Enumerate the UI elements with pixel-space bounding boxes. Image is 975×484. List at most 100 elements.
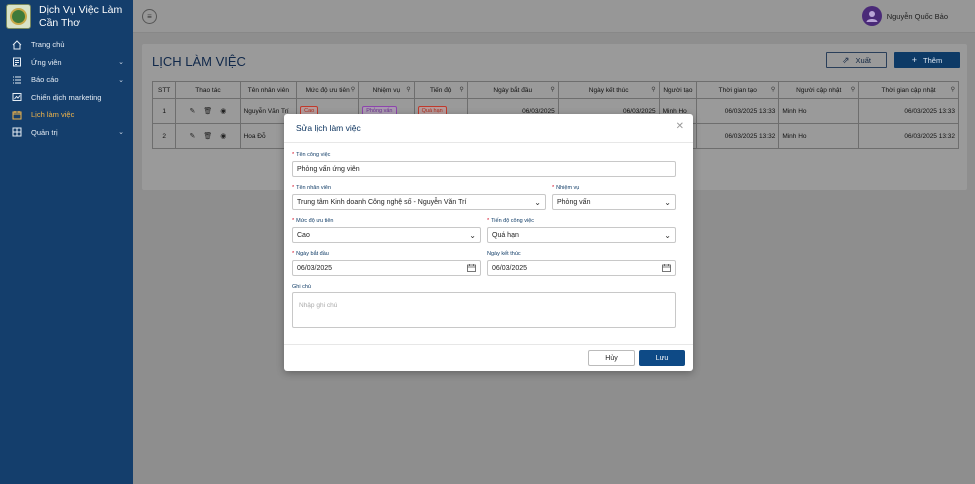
col-updater[interactable]: Người cập nhật ⚲ [778, 81, 860, 99]
task-label: * Nhiệm vụ [552, 185, 580, 191]
col-priority[interactable]: Mức độ ưu tiên ⚲ [296, 81, 360, 99]
export-button[interactable]: ⇗ Xuất [826, 52, 887, 68]
search-icon[interactable]: ⚲ [851, 86, 855, 93]
edit-schedule-modal: Sửa lịch làm việc ✕ * Tên công việc Phỏng… [284, 114, 693, 371]
campaign-icon [11, 92, 23, 102]
col-creator[interactable]: Người tạo [658, 81, 698, 99]
sidebar-item-label: Báo cáo [31, 75, 59, 85]
search-icon[interactable]: ⚲ [351, 86, 355, 93]
col-actions: Thao tác [175, 81, 241, 99]
col-created-time[interactable]: Thời gian tạo ⚲ [696, 81, 780, 99]
progress-value: Quá hạn [492, 231, 519, 239]
delete-icon[interactable]: 🗑 [203, 132, 212, 140]
notes-label: Ghi chú [292, 284, 311, 290]
progress-label: * Tiến độ công việc [487, 218, 535, 224]
menu-toggle-button[interactable]: ≡ [142, 9, 157, 24]
row-updated-time: 06/03/2025 13:33 [858, 98, 959, 124]
home-icon [11, 40, 23, 50]
job-name-label: * Tên công việc [292, 152, 331, 158]
brand-name: Dịch Vụ Việc Làm Cần Thơ [39, 4, 122, 30]
user-icon [866, 11, 878, 22]
search-icon[interactable]: ⚲ [771, 86, 775, 93]
sidebar: Dịch Vụ Việc Làm Cần Thơ Trang chủ Ứng v… [0, 0, 133, 484]
row-updated-time: 06/03/2025 13:32 [858, 123, 959, 149]
admin-icon [11, 127, 23, 137]
page-title: LỊCH LÀM VIỆC [152, 54, 246, 69]
candidates-icon [11, 57, 23, 67]
save-button[interactable]: Lưu [639, 350, 685, 366]
edit-icon[interactable]: ✎ [189, 132, 195, 140]
export-icon: ⇗ [842, 54, 850, 65]
row-updater: Minh Ho [778, 123, 860, 149]
logo [6, 4, 31, 29]
col-employee[interactable]: Tên nhân viên [239, 81, 298, 99]
task-select[interactable]: Phỏng vấn ⌄ [552, 194, 676, 210]
calendar-icon[interactable] [467, 264, 476, 272]
export-label: Xuất [855, 55, 871, 65]
sidebar-item-candidates[interactable]: Ứng viên ⌄ [0, 54, 133, 72]
plus-icon: + [911, 55, 918, 65]
priority-select[interactable]: Cao ⌄ [292, 227, 481, 243]
sidebar-item-label: Lịch làm việc [31, 110, 75, 120]
sidebar-item-reports[interactable]: Báo cáo ⌄ [0, 71, 133, 89]
topbar: ≡ Nguyễn Quốc Bảo [133, 0, 975, 33]
job-name-value: Phỏng vấn ứng viên [297, 165, 360, 173]
notes-textarea[interactable]: Nhập ghi chú [292, 292, 676, 328]
search-icon[interactable]: ⚲ [459, 86, 463, 93]
view-icon[interactable]: ◉ [220, 107, 226, 115]
view-icon[interactable]: ◉ [220, 132, 226, 140]
chevron-down-icon: ⌄ [534, 197, 541, 207]
col-updated-time[interactable]: Thời gian cập nhật ⚲ [858, 81, 959, 99]
start-date-label: * Ngày bắt đầu [292, 251, 329, 257]
row-actions: ✎ 🗑 ◉ [175, 123, 241, 149]
report-icon [11, 75, 23, 85]
nav: Trang chủ Ứng viên ⌄ Báo cáo ⌄ Chiến dịc… [0, 36, 133, 141]
table-header-row: STT Thao tác Tên nhân viên Mức độ ưu tiê… [151, 81, 959, 99]
sidebar-item-admin[interactable]: Quản trị ⌄ [0, 124, 133, 142]
username: Nguyễn Quốc Bảo [886, 11, 948, 21]
sidebar-item-home[interactable]: Trang chủ [0, 36, 133, 54]
sidebar-item-marketing[interactable]: Chiến dịch marketing [0, 89, 133, 107]
brand-line-1: Dịch Vụ Việc Làm [39, 4, 123, 16]
col-start-date[interactable]: Ngày bắt đầu ⚲ [466, 81, 559, 99]
calendar-icon [11, 110, 23, 120]
employee-label: * Tên nhân viên [292, 185, 331, 191]
row-updater: Minh Ho [778, 98, 860, 124]
calendar-icon[interactable] [662, 264, 671, 272]
progress-select[interactable]: Quá hạn ⌄ [487, 227, 676, 243]
end-date-value: 06/03/2025 [492, 264, 528, 272]
cancel-button[interactable]: Hủy [588, 350, 635, 366]
chevron-down-icon: ⌄ [118, 129, 124, 137]
sidebar-item-schedule[interactable]: Lịch làm việc [0, 106, 133, 124]
job-name-input[interactable]: Phỏng vấn ứng viên [292, 161, 676, 177]
brand-line-2: Cần Thơ [39, 17, 81, 29]
search-icon[interactable]: ⚲ [651, 86, 655, 93]
end-date-input[interactable]: 06/03/2025 [487, 260, 676, 276]
row-actions: ✎ 🗑 ◉ [175, 98, 241, 124]
search-icon[interactable]: ⚲ [951, 86, 955, 93]
priority-label: * Mức độ ưu tiên [292, 218, 334, 224]
menu-icon: ≡ [147, 12, 152, 21]
modal-header: Sửa lịch làm việc ✕ [284, 114, 693, 143]
close-icon[interactable]: ✕ [676, 121, 684, 132]
search-icon[interactable]: ⚲ [406, 86, 410, 93]
add-button[interactable]: + Thêm [894, 52, 960, 68]
brand[interactable]: Dịch Vụ Việc Làm Cần Thơ [0, 0, 133, 34]
avatar [861, 6, 882, 26]
col-progress[interactable]: Tiến độ ⚲ [413, 81, 468, 99]
add-label: Thêm [923, 55, 943, 65]
chevron-down-icon: ⌄ [469, 230, 476, 240]
modal-footer-divider [284, 344, 693, 345]
col-task[interactable]: Nhiệm vụ ⚲ [358, 81, 415, 99]
edit-icon[interactable]: ✎ [189, 107, 195, 115]
search-icon[interactable]: ⚲ [550, 86, 554, 93]
col-end-date[interactable]: Ngày kết thúc ⚲ [557, 81, 660, 99]
start-date-input[interactable]: 06/03/2025 [292, 260, 481, 276]
col-stt: STT [151, 81, 177, 99]
chevron-down-icon: ⌄ [118, 76, 124, 84]
delete-icon[interactable]: 🗑 [203, 107, 212, 115]
employee-select[interactable]: Trung tâm Kinh doanh Công nghệ số - Nguy… [292, 194, 546, 210]
start-date-value: 06/03/2025 [297, 264, 333, 272]
row-created-time: 06/03/2025 13:32 [696, 123, 780, 149]
user-menu[interactable]: Nguyễn Quốc Bảo [861, 6, 948, 26]
